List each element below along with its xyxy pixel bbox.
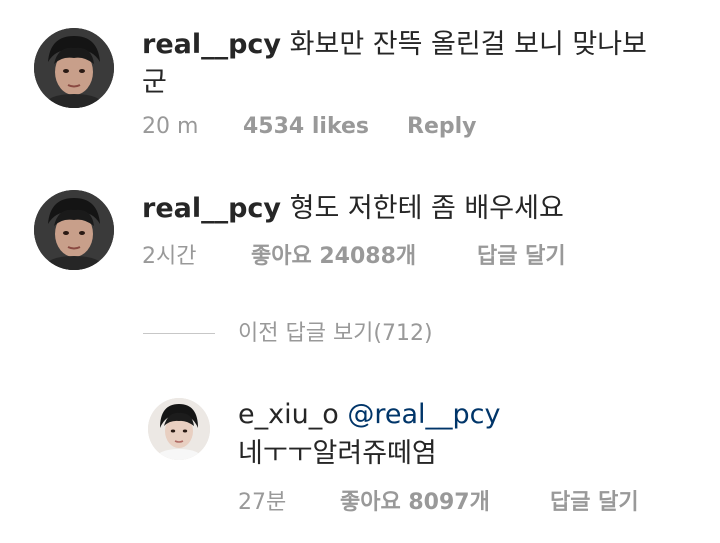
comment-text: real__pcy 화보만 잔뜩 올린걸 보니 맞나보 [142, 28, 647, 62]
comment-body: 화보만 잔뜩 올린걸 보니 맞나보 [289, 29, 647, 60]
reply-body: 네ㅜㅜ알려쥬떼염 [238, 438, 437, 469]
comment-time: 2시간 [142, 244, 197, 269]
comment-meta: 20 m 4534 likes Reply [142, 113, 542, 141]
avatar[interactable] [148, 398, 210, 460]
reply-time: 27분 [238, 490, 287, 515]
user-photo-icon [34, 190, 114, 270]
reply-button[interactable]: 답글 달기 [477, 243, 566, 271]
reply-username[interactable]: e_xiu_o [238, 399, 339, 430]
replies-divider [143, 333, 215, 334]
reply-button[interactable]: 답글 달기 [550, 489, 639, 517]
reply-meta: 27분 좋아요 8097개 답글 달기 [238, 489, 678, 517]
comment-body-line2: 군 [142, 67, 167, 98]
user-photo-icon [148, 398, 210, 460]
comment-likes[interactable]: 좋아요 24088개 [251, 243, 416, 271]
reply-button[interactable]: Reply [407, 113, 477, 141]
comment-meta: 2시간 좋아요 24088개 답글 달기 [142, 243, 602, 271]
comment-body: 형도 저한테 좀 배우세요 [289, 193, 564, 224]
reply-likes[interactable]: 좋아요 8097개 [340, 489, 490, 517]
avatar[interactable] [34, 190, 114, 270]
view-previous-replies-button[interactable]: 이전 답글 보기(712) [238, 320, 433, 348]
reply-text: 네ㅜㅜ알려쥬떼염 [238, 437, 437, 471]
comment-username[interactable]: real__pcy [142, 193, 281, 224]
reply-mention[interactable]: @real__pcy [347, 399, 500, 430]
user-photo-icon [34, 28, 114, 108]
reply-text-header: e_xiu_o @real__pcy [238, 398, 500, 432]
comment-text-continued: 군 [142, 66, 167, 100]
comment-time: 20 m [142, 114, 199, 139]
avatar[interactable] [34, 28, 114, 108]
comment-likes[interactable]: 4534 likes [243, 113, 369, 141]
comment-username[interactable]: real__pcy [142, 29, 281, 60]
comment-text: real__pcy 형도 저한테 좀 배우세요 [142, 192, 564, 226]
